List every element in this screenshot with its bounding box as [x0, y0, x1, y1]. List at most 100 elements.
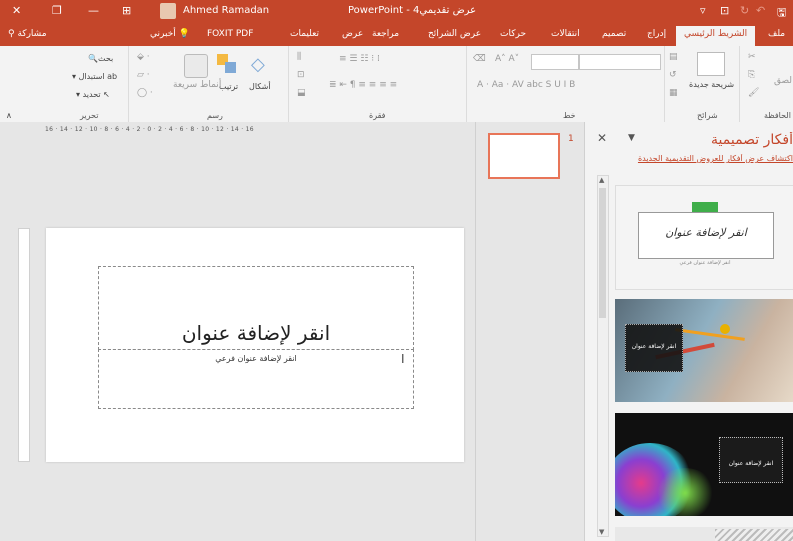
subtitle-placeholder-text: انقر لإضافة عنوان فرعي	[215, 354, 297, 363]
shape-fill-icon: ⬙ ·	[137, 52, 150, 62]
scroll-down-icon[interactable]: ▼	[599, 528, 604, 536]
shapes-icon: ◇	[251, 54, 265, 75]
collapse-ribbon-icon[interactable]: ∧	[6, 111, 12, 120]
cursor-icon: ↖	[100, 90, 110, 99]
save-icon[interactable]: 🖫	[777, 4, 786, 23]
slide-canvas[interactable]: انقر لإضافة عنوان انقر لإضافة عنوان فرعي…	[46, 228, 464, 462]
clipboard-group-label: الحافظة	[764, 111, 791, 120]
ideas-scrollbar[interactable]: ▲ ▼	[597, 175, 609, 537]
font-group: ⌫ A˄ A˅ A · Aa · AV abc S U I B خط	[466, 46, 665, 122]
slide-number: 1	[568, 134, 574, 144]
pane-options-icon[interactable]: ▼	[628, 133, 635, 143]
horizontal-ruler: 16 · 14 · 12 · 10 · 8 · 6 · 4 · 2 · 0 · …	[45, 126, 254, 133]
list-formatting-icons: ≡ ☰ ☷ ⁝ ⁞	[339, 54, 380, 64]
close-icon[interactable]: ✕	[12, 4, 21, 17]
ribbon-display-icon[interactable]: ⊞	[122, 4, 131, 17]
editing-group-label: تحرير	[80, 111, 99, 120]
redo-icon[interactable]: ↻	[740, 4, 749, 17]
restore-icon[interactable]: ❐	[52, 4, 62, 17]
tab-help[interactable]: تعليمات	[290, 29, 319, 39]
alignment-icons: ≣ ⇤ ¶ ≡ ≡ ≡ ≡	[329, 80, 398, 90]
design-idea-2[interactable]: انقر لإضافة عنوان	[615, 299, 793, 402]
arrange-button[interactable]: ترتيب	[219, 82, 238, 91]
idea-color-burst	[655, 468, 715, 516]
shapes-button[interactable]: أشكال	[249, 82, 271, 91]
idea-frame: انقر لإضافة عنوان	[719, 437, 783, 483]
reset-icon: ↺	[669, 70, 677, 80]
tab-home[interactable]: الشريط الرئيسي	[676, 26, 756, 46]
idea-frame: انقر لإضافة عنوان	[638, 212, 774, 259]
drawing-group-label: رسم	[207, 111, 223, 120]
tell-me-box[interactable]: أخبرني 💡	[150, 29, 190, 39]
tab-insert[interactable]: إدراج	[647, 29, 666, 39]
scrollbar-thumb[interactable]	[599, 188, 606, 318]
ribbon: 🔍بحث ▾ استبدال ab ▾ تحديد ↖ تحرير ∧ ⬙ · …	[0, 46, 793, 123]
drawing-group: ⬙ · ▱ · ◯ · أنماط سريعة ترتيب ◇ أشكال رس…	[128, 46, 289, 122]
tab-transitions[interactable]: انتقالات	[551, 29, 580, 39]
idea-pin-line	[675, 328, 745, 341]
subtitle-placeholder[interactable]: انقر لإضافة عنوان فرعي	[98, 349, 414, 409]
idea-subtitle-text: انقر لإضافة عنوان فرعي	[679, 260, 731, 266]
lightbulb-icon: 💡	[178, 29, 190, 39]
idea-title-text: انقر لإضافة عنوان	[728, 460, 774, 467]
tab-slideshow[interactable]: عرض الشرائح	[428, 29, 481, 39]
font-name-select[interactable]	[579, 54, 661, 70]
new-slide-icon	[697, 52, 725, 76]
section-icon: ▦	[669, 88, 678, 98]
title-bar: ✕ ❐ — ⊞ Ahmed Ramadan PowerPoint - عرض ت…	[0, 0, 793, 24]
paragraph-group-label: فقرة	[369, 111, 386, 120]
arrange-icon	[217, 54, 237, 74]
undo-icon[interactable]: ↶	[756, 4, 765, 17]
quick-styles-icon	[184, 54, 208, 78]
tab-file[interactable]: ملف	[768, 29, 785, 39]
replace-button[interactable]: ▾ استبدال ab	[72, 72, 117, 81]
discover-ideas-link[interactable]: اكتشاف عرض أفكار للعروض التقديمية الجديد…	[598, 154, 793, 163]
user-name[interactable]: Ahmed Ramadan	[183, 5, 269, 16]
copy-icon: ⎘	[748, 70, 756, 80]
slides-group-label: شرائح	[697, 111, 718, 120]
shape-outline-icon: ▱ ·	[137, 70, 150, 80]
find-button[interactable]: 🔍بحث	[88, 54, 113, 63]
close-icon[interactable]: ✕	[597, 131, 607, 145]
start-from-beginning-icon[interactable]: ⊡	[720, 4, 729, 17]
replace-icon: ab	[104, 72, 118, 81]
shape-effects-icon: ◯ ·	[137, 88, 153, 98]
qat-customize-icon[interactable]: ▿	[700, 4, 706, 17]
idea-title-text: انقر لإضافة عنوان	[665, 226, 747, 239]
design-ideas-title: أفكار تصميمية	[711, 132, 793, 148]
paragraph-group: ⫼ ⊡ ⬓ ≡ ☰ ☷ ⁝ ⁞ ≣ ⇤ ¶ ≡ ≡ ≡ ≡ فقرة	[288, 46, 467, 122]
slides-group: ▤ ↺ ▦ شريحة جديدة شرائح	[664, 46, 740, 122]
format-painter-icon: 🖌	[748, 88, 760, 98]
search-icon: 🔍	[88, 54, 98, 63]
vertical-ruler	[18, 228, 30, 462]
new-slide-button[interactable]: شريحة جديدة	[689, 80, 734, 89]
tab-design[interactable]: تصميم	[602, 29, 626, 39]
layout-icon: ▤	[669, 52, 678, 62]
font-size-select[interactable]	[531, 54, 579, 70]
title-placeholder[interactable]: انقر لإضافة عنوان	[98, 266, 414, 350]
tab-review[interactable]: مراجعة	[372, 29, 399, 39]
tab-foxit[interactable]: FOXIT PDF	[207, 29, 253, 39]
tab-animations[interactable]: حركات	[500, 29, 526, 39]
slide-thumbnail[interactable]	[488, 133, 560, 179]
design-idea-4[interactable]	[615, 527, 793, 541]
idea-accent-bar	[692, 202, 718, 212]
avatar[interactable]	[160, 3, 176, 19]
person-icon: ⚲	[8, 29, 15, 39]
idea-pattern	[715, 529, 793, 541]
slide-thumbnails-pane	[475, 122, 584, 541]
idea-frame: انقر لإضافة عنوان	[625, 324, 683, 372]
cut-icon: ✂	[748, 52, 756, 62]
scroll-up-icon[interactable]: ▲	[599, 176, 604, 184]
editing-group: 🔍بحث ▾ استبدال ab ▾ تحديد ↖ تحرير ∧	[0, 46, 128, 122]
minimize-icon[interactable]: —	[88, 4, 99, 17]
design-idea-3[interactable]: انقر لإضافة عنوان	[615, 413, 793, 516]
select-button[interactable]: ▾ تحديد ↖	[76, 90, 110, 99]
quick-styles-button[interactable]: أنماط سريعة	[173, 80, 221, 90]
tab-view[interactable]: عرض	[342, 29, 363, 39]
share-button[interactable]: ⚲ مشاركة	[8, 29, 47, 39]
clipboard-group: ✂ ⎘ 🖌 لصق الحافظة	[739, 46, 793, 122]
text-direction-icon: ⫼	[297, 52, 302, 62]
design-idea-1[interactable]: انقر لإضافة عنوان انقر لإضافة عنوان فرعي	[615, 185, 793, 290]
paste-button[interactable]: لصق	[774, 76, 792, 86]
